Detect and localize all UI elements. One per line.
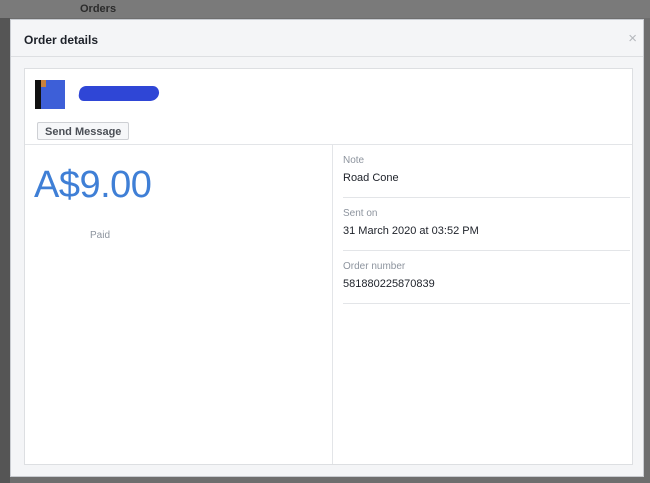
note-label: Note [343, 155, 365, 166]
order-amount: A$9.00 [34, 164, 152, 206]
order-details-dialog: Order details × Send Message A$9.00 Paid… [10, 19, 644, 477]
sent-on-label: Sent on [343, 208, 378, 219]
payment-status: Paid [90, 230, 111, 241]
order-info: Note Road Cone Sent on 31 March 2020 at … [333, 145, 632, 464]
send-message-button[interactable]: Send Message [37, 122, 130, 140]
sent-on-field: Sent on 31 March 2020 at 03:52 PM [343, 208, 630, 251]
note-value: Road Cone [343, 172, 399, 184]
sent-on-value: 31 March 2020 at 03:52 PM [343, 225, 479, 237]
payment-summary: A$9.00 Paid [25, 145, 333, 464]
background-page-title: Orders [80, 3, 117, 15]
customer-section: Send Message [25, 69, 632, 145]
background-header: Orders [0, 0, 650, 18]
order-number-field: Order number 581880225870839 [343, 261, 630, 304]
dialog-title: Order details [24, 33, 99, 47]
customer-avatar[interactable] [35, 80, 65, 109]
order-panel: Send Message A$9.00 Paid Note Road Cone … [24, 68, 633, 465]
dialog-header: Order details × [11, 20, 643, 57]
close-icon[interactable]: × [628, 30, 637, 47]
background-sidebar [0, 18, 10, 483]
order-number-value: 581880225870839 [343, 278, 435, 290]
customer-name-redacted [77, 86, 161, 101]
order-number-label: Order number [343, 261, 406, 272]
note-field: Note Road Cone [343, 155, 630, 198]
